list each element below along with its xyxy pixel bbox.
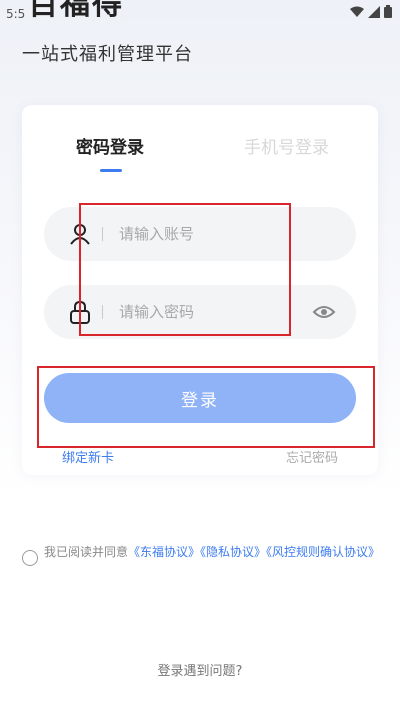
tab-password-login[interactable]: 密码登录: [76, 133, 144, 158]
status-icons: [350, 5, 392, 18]
signal-icon: [368, 5, 380, 18]
agreement-prefix: 我已阅读并同意: [44, 545, 129, 559]
bind-card-link[interactable]: 绑定新卡: [62, 447, 114, 466]
agreement-link-privacy[interactable]: 《隐私协议》: [200, 545, 266, 559]
login-card: 密码登录 手机号登录 登录 绑定新卡 忘记密码: [22, 105, 378, 475]
agreement-link-risk[interactable]: 《风控规则确认协议》: [266, 545, 380, 559]
tab-phone-login[interactable]: 手机号登录: [244, 133, 329, 158]
eye-icon[interactable]: [312, 301, 336, 323]
password-input[interactable]: [119, 303, 289, 321]
field-divider: [102, 227, 103, 241]
login-button[interactable]: 登录: [44, 373, 356, 423]
field-divider: [102, 305, 103, 319]
login-help-link[interactable]: 登录遇到问题?: [0, 660, 400, 679]
forgot-password-link[interactable]: 忘记密码: [286, 447, 338, 466]
account-field[interactable]: [44, 207, 356, 261]
user-icon: [68, 222, 92, 246]
agreement-row: 我已阅读并同意《东福协议》《隐私协议》《风控规则确认协议》: [22, 542, 382, 566]
agreement-link-dongfu[interactable]: 《东福协议》: [128, 545, 200, 559]
tab-active-indicator: [100, 169, 122, 172]
wifi-icon: [350, 6, 364, 17]
agreement-text: 我已阅读并同意《东福协议》《隐私协议》《风控规则确认协议》: [44, 542, 380, 566]
lock-icon: [68, 300, 92, 324]
agreement-checkbox[interactable]: [22, 550, 38, 566]
app-title: 百福得: [28, 0, 124, 22]
password-field[interactable]: [44, 285, 356, 339]
status-time: 5:5: [6, 7, 26, 21]
battery-icon: [384, 5, 392, 18]
app-subtitle: 一站式福利管理平台: [22, 44, 193, 65]
account-input[interactable]: [119, 225, 289, 243]
